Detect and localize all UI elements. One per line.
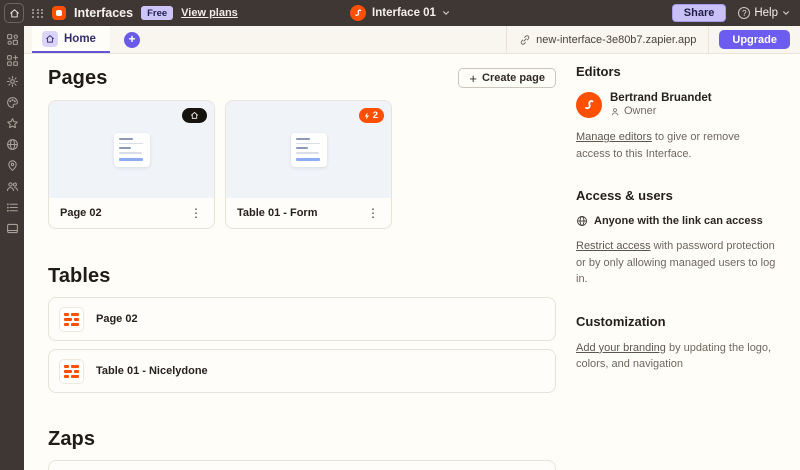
globe-icon	[577, 216, 587, 226]
app-domain: new-interface-3e80b7.zapier.app	[536, 33, 697, 46]
editors-heading: Editors	[576, 64, 621, 79]
page-preview	[49, 101, 214, 198]
lightning-icon	[364, 112, 369, 119]
manage-editors-link[interactable]: Manage editors	[576, 131, 652, 143]
favorites-star-icon[interactable]	[4, 117, 20, 130]
add-page-tab-button[interactable]: +	[123, 31, 140, 48]
widgets-icon[interactable]	[4, 33, 20, 46]
zaps-heading: Zaps	[48, 428, 96, 450]
access-help-text: Restrict access with password protection…	[576, 240, 776, 285]
tables-app-icon	[59, 306, 84, 332]
topbar-left: Interfaces Free View plans	[4, 3, 238, 23]
domains-globe-icon[interactable]	[4, 138, 20, 151]
share-button[interactable]: Share	[671, 4, 727, 22]
pages-heading: Pages	[48, 67, 108, 89]
zapier-logo-icon	[350, 5, 367, 21]
home-page-badge	[182, 108, 207, 123]
add-branding-link[interactable]: Add your branding	[576, 342, 666, 354]
editor-item: Bertrand Bruandet Owner	[576, 91, 776, 118]
table-row-title: Page 02	[96, 313, 138, 325]
table-row[interactable]: Table 01 - Nicelydone	[48, 349, 556, 393]
content: Pages + Create page Page 02 ⋮ 2 Table 01…	[24, 54, 800, 470]
plus-icon: +	[469, 70, 478, 86]
view-plans-link[interactable]: View plans	[181, 7, 238, 19]
page-card-menu-button[interactable]: ⋮	[363, 206, 383, 220]
theme-palette-icon[interactable]	[4, 96, 20, 109]
right-panel: Editors Bertrand Bruandet Owner Manage e…	[576, 64, 776, 470]
person-icon	[611, 107, 619, 116]
app-domain-link[interactable]: new-interface-3e80b7.zapier.app	[506, 26, 710, 53]
main-column: Pages + Create page Page 02 ⋮ 2 Table 01…	[48, 64, 556, 470]
zap-count-badge: 2	[358, 108, 384, 123]
access-heading: Access & users	[576, 188, 673, 203]
page-card-menu-button[interactable]: ⋮	[186, 206, 206, 220]
document-thumbnail	[113, 132, 150, 167]
chevron-down-icon	[443, 11, 449, 15]
customization-help-text: Add your branding by updating the logo, …	[576, 341, 772, 371]
editors-help-text: Manage editors to give or remove access …	[576, 131, 740, 160]
home-icon	[9, 8, 19, 17]
table-row-title: Table 01 - Nicelydone	[96, 365, 208, 377]
help-label: Help	[754, 7, 778, 19]
back-home-button[interactable]	[4, 3, 24, 23]
tables-heading: Tables	[48, 265, 111, 287]
page-card-title: Table 01 - Form	[237, 207, 318, 219]
document-thumbnail	[290, 132, 327, 167]
left-sidebar	[0, 26, 24, 470]
page-card[interactable]: 2 Table 01 - Form ⋮	[225, 100, 392, 229]
page-preview: 2	[226, 101, 391, 198]
interfaces-logo-icon	[52, 6, 66, 20]
zap-row[interactable]	[48, 460, 556, 470]
home-icon	[191, 112, 198, 119]
customization-heading: Customization	[576, 313, 666, 329]
home-tab-label: Home	[64, 32, 96, 45]
location-pin-icon[interactable]	[4, 159, 20, 172]
create-page-button[interactable]: + Create page	[458, 68, 556, 88]
settings-gear-icon[interactable]	[4, 75, 20, 88]
access-status: Anyone with the link can access	[576, 215, 776, 227]
footer-panel-icon[interactable]	[4, 222, 20, 235]
product-name: Interfaces	[74, 6, 134, 20]
tabbar: Home + new-interface-3e80b7.zapier.app U…	[24, 26, 800, 54]
table-row[interactable]: Page 02	[48, 297, 556, 341]
add-block-icon[interactable]	[4, 54, 20, 67]
link-icon	[520, 34, 530, 45]
page-card-title: Page 02	[60, 207, 102, 219]
home-tab-icon	[42, 30, 58, 47]
editor-role: Owner	[610, 105, 712, 118]
restrict-access-link[interactable]: Restrict access	[576, 240, 651, 252]
editor-name: Bertrand Bruandet	[610, 92, 712, 104]
page-cards: Page 02 ⋮ 2 Table 01 - Form ⋮	[48, 100, 556, 229]
interface-name: Interface 01	[372, 7, 436, 19]
avatar	[576, 91, 602, 118]
plan-badge: Free	[141, 6, 174, 20]
page-card[interactable]: Page 02 ⋮	[48, 100, 215, 229]
chevron-down-icon	[783, 11, 789, 15]
tabbar-right: new-interface-3e80b7.zapier.app Upgrade	[506, 26, 800, 53]
topbar-right: Share ? Help	[671, 4, 790, 22]
users-icon[interactable]	[4, 180, 20, 193]
interface-switcher[interactable]: Interface 01	[350, 5, 450, 21]
help-menu[interactable]: ? Help	[738, 7, 790, 19]
create-page-label: Create page	[482, 72, 545, 84]
help-icon: ?	[738, 7, 751, 19]
zap-count: 2	[372, 110, 378, 121]
upgrade-button[interactable]: Upgrade	[719, 30, 790, 49]
tab-home[interactable]: Home	[32, 26, 110, 53]
topbar: Interfaces Free View plans Interface 01 …	[0, 0, 800, 26]
tables-app-icon	[59, 358, 84, 384]
list-icon[interactable]	[4, 201, 20, 214]
apps-grid-icon[interactable]	[32, 8, 44, 18]
